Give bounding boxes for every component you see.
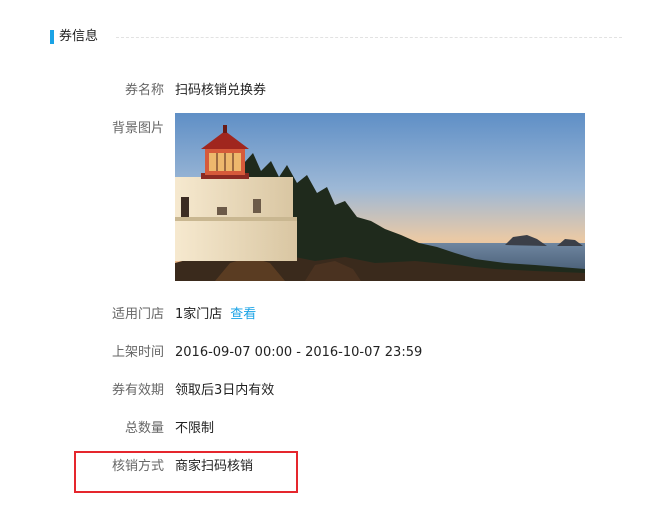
- applicable-stores-label: 适用门店: [111, 307, 164, 322]
- background-image: [175, 113, 585, 281]
- validity-label: 券有效期: [111, 383, 164, 398]
- listing-time-value: 2016-09-07 00:00 - 2016-10-07 23:59: [175, 345, 423, 360]
- validity-value: 领取后3日内有效: [175, 383, 275, 398]
- background-image-label: 背景图片: [111, 121, 164, 136]
- view-stores-link[interactable]: 查看: [230, 307, 256, 322]
- total-quantity-label: 总数量: [124, 421, 164, 436]
- coupon-name-label: 券名称: [124, 83, 164, 98]
- applicable-stores-value-row: 1家门店 查看: [175, 306, 256, 324]
- coupon-name-value: 扫码核销兑换券: [175, 83, 267, 98]
- lighthouse-image: [175, 113, 585, 281]
- section-accent-bar: [50, 30, 54, 44]
- section-header: 券信息: [50, 28, 622, 46]
- total-quantity-value: 不限制: [175, 421, 215, 436]
- listing-time-label: 上架时间: [111, 345, 164, 360]
- highlight-box: [74, 451, 298, 493]
- applicable-stores-value: 1家门店: [175, 307, 223, 322]
- section-title: 券信息: [59, 29, 99, 44]
- section-divider: [116, 37, 622, 38]
